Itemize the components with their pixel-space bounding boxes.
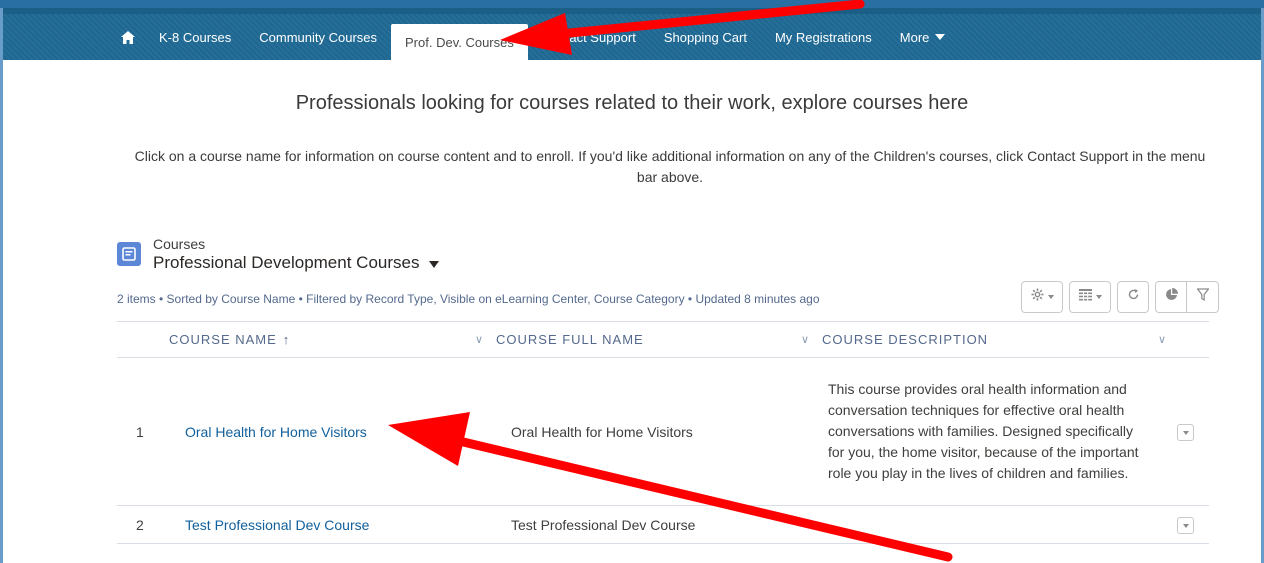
top-strip [0,0,1264,8]
nav-more-label: More [899,29,930,45]
page-headline: Professionals looking for courses relate… [295,92,969,114]
table-header-row: COURSE NAME ↑ ∨ COURSE FULL NAME ∨ COURSE… [117,321,1209,358]
column-header-label: COURSE DESCRIPTION [822,332,989,347]
refresh-icon [1127,288,1140,306]
list-settings-button[interactable] [1021,281,1063,313]
nav-my-registrations[interactable]: My Registrations [761,22,886,52]
nav-shopping-cart[interactable]: Shopping Cart [650,22,761,52]
refresh-button[interactable] [1117,281,1149,313]
sort-ascending-icon: ↑ [282,332,291,347]
column-header-label: COURSE FULL NAME [496,332,644,347]
caret-down-icon [1182,430,1189,435]
courses-object-icon [117,242,141,266]
list-view-header: Courses Professional Development Courses [117,236,440,274]
caret-down-icon [1095,295,1102,299]
course-name-cell: Oral Health for Home Visitors [169,357,496,506]
row-actions-cell [1153,357,1209,506]
row-actions-button[interactable] [1177,517,1194,535]
object-label: Courses [153,236,206,252]
column-header-course-description[interactable]: COURSE DESCRIPTION ∨ [822,321,1209,358]
chart-filter-group [1155,281,1219,313]
caret-down-icon [935,34,946,40]
home-icon [121,30,135,44]
courses-table: COURSE NAME ↑ ∨ COURSE FULL NAME ∨ COURSE… [117,321,1209,544]
charts-button[interactable] [1155,281,1187,313]
course-name-cell: Test Professional Dev Course [169,505,496,544]
course-description-cell: This course provides oral health informa… [822,357,1153,506]
column-header-label: COURSE NAME [169,332,277,347]
display-as-button[interactable] [1069,281,1111,313]
course-name-link[interactable]: Test Professional Dev Course [185,517,369,533]
row-number-header [117,321,169,358]
row-number: 2 [117,505,169,544]
nav-prof-dev-courses[interactable]: Prof. Dev. Courses [391,24,528,60]
course-name-link[interactable]: Oral Health for Home Visitors [185,424,367,440]
table-icon [1078,288,1092,306]
row-actions-button[interactable] [1177,424,1194,442]
caret-down-icon [1182,523,1189,528]
list-view-name: Professional Development Courses [153,253,420,272]
chevron-down-icon[interactable]: ∨ [801,333,810,346]
nav-home[interactable] [115,22,145,52]
page-instructions: Click on a course name for information o… [134,148,1206,185]
top-navigation-bar: K-8 Courses Community Courses Prof. Dev.… [3,8,1261,60]
nav-k8-courses[interactable]: K-8 Courses [145,22,245,52]
caret-down-icon [429,260,440,268]
course-description-cell [822,505,1153,544]
row-number: 1 [117,357,169,506]
course-full-name-cell: Test Professional Dev Course [496,505,822,544]
nav-contact-support[interactable]: Contact Support [528,22,650,52]
table-row: 1 Oral Health for Home Visitors Oral Hea… [117,357,1209,506]
row-actions-cell [1153,505,1209,544]
table-row: 2 Test Professional Dev Course Test Prof… [117,505,1209,544]
caret-down-icon [1047,295,1054,299]
list-toolbar [1015,281,1219,313]
column-header-course-full-name[interactable]: COURSE FULL NAME ∨ [496,321,822,358]
chevron-down-icon[interactable]: ∨ [1158,333,1167,346]
chart-icon [1165,288,1178,306]
course-full-name-cell: Oral Health for Home Visitors [496,357,822,506]
nav-community-courses[interactable]: Community Courses [245,22,391,52]
column-header-course-name[interactable]: COURSE NAME ↑ ∨ [169,321,496,358]
list-meta-info: 2 items • Sorted by Course Name • Filter… [117,292,820,306]
chevron-down-icon[interactable]: ∨ [475,333,484,346]
list-view-selector[interactable]: Professional Development Courses [153,252,440,274]
gear-icon [1031,288,1044,306]
nav-more[interactable]: More [886,22,960,52]
filters-button[interactable] [1187,281,1219,313]
filter-icon [1195,288,1210,306]
